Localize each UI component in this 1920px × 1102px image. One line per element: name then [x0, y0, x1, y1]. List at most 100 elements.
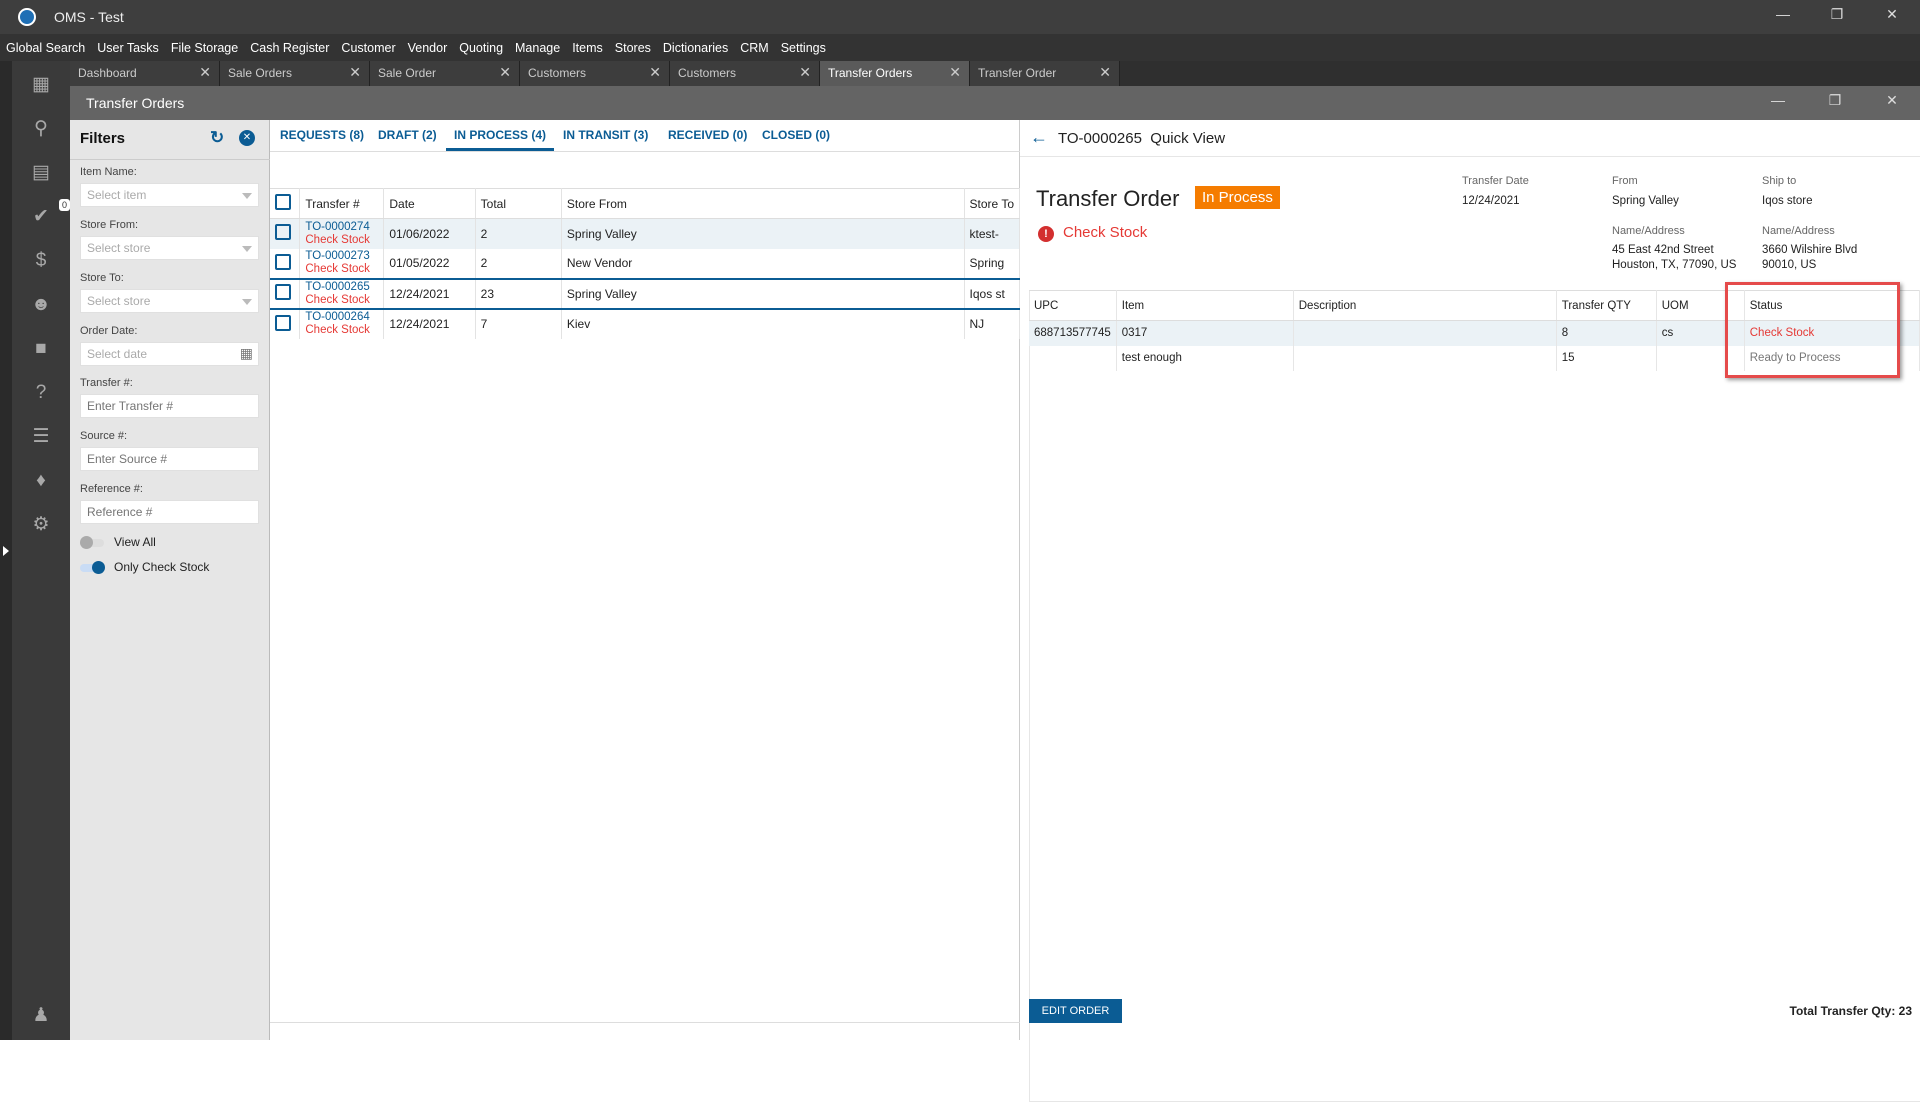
- tab-sale-orders[interactable]: Sale Orders ✕: [220, 61, 370, 86]
- transfer-input[interactable]: [80, 394, 259, 418]
- table-row[interactable]: TO-0000264 Check Stock 12/24/2021 7 Kiev …: [270, 308, 1021, 339]
- close-tab-icon[interactable]: ✕: [949, 64, 961, 81]
- row-checkbox[interactable]: [275, 253, 291, 270]
- divider: [270, 1022, 1020, 1023]
- order-date-input[interactable]: Select date ▦: [80, 342, 259, 366]
- col-store-to[interactable]: Store To: [964, 188, 1021, 219]
- tab-sale-order[interactable]: Sale Order ✕: [370, 61, 520, 86]
- calendar-icon[interactable]: ▦: [240, 345, 253, 362]
- row-checkbox[interactable]: [275, 314, 291, 331]
- row-checkbox[interactable]: [275, 284, 291, 300]
- menu-stores[interactable]: Stores: [615, 41, 651, 55]
- menu-settings[interactable]: Settings: [781, 41, 826, 55]
- app-title: OMS - Test: [54, 9, 124, 25]
- tab-requests[interactable]: REQUESTS (8): [280, 128, 364, 142]
- from-address-line1: 45 East 42nd Street: [1612, 244, 1714, 256]
- restore-icon[interactable]: ❐: [1822, 6, 1852, 23]
- store-to-select[interactable]: Select store: [80, 289, 259, 313]
- menu-vendor[interactable]: Vendor: [408, 41, 448, 55]
- menu-dictionaries[interactable]: Dictionaries: [663, 41, 728, 55]
- reference-input[interactable]: [80, 500, 259, 524]
- store-from-select[interactable]: Select store: [80, 236, 259, 260]
- order-date-label: Order Date:: [80, 325, 138, 337]
- view-all-toggle[interactable]: [80, 536, 104, 549]
- title-bar: OMS - Test — ❐ ✕: [0, 0, 1920, 34]
- col-store-from[interactable]: Store From: [561, 188, 965, 219]
- transfer-link[interactable]: TO-0000264: [305, 311, 378, 324]
- transfer-list-panel: REQUESTS (8) DRAFT (2) IN PROCESS (4) IN…: [270, 120, 1021, 1040]
- menu-customer[interactable]: Customer: [341, 41, 395, 55]
- close-tab-icon[interactable]: ✕: [649, 64, 661, 81]
- transfer-link[interactable]: TO-0000273: [305, 250, 378, 263]
- source-label: Source #:: [80, 430, 128, 442]
- tab-transfer-order[interactable]: Transfer Order ✕: [970, 61, 1120, 86]
- col-total[interactable]: Total: [475, 188, 562, 219]
- tag-icon[interactable]: ♦: [29, 469, 53, 493]
- placeholder: Select store: [87, 294, 151, 308]
- menu-cash-register[interactable]: Cash Register: [250, 41, 329, 55]
- minimize-icon[interactable]: —: [1768, 6, 1798, 22]
- total-cell: 2: [475, 248, 562, 279]
- clipboard-icon[interactable]: ☰: [29, 425, 53, 449]
- tab-transfer-orders[interactable]: Transfer Orders ✕: [820, 61, 970, 86]
- close-tab-icon[interactable]: ✕: [1099, 64, 1111, 81]
- only-check-stock-toggle[interactable]: [80, 561, 105, 574]
- transfer-link[interactable]: TO-0000274: [305, 221, 378, 234]
- source-input[interactable]: [80, 447, 259, 471]
- menu-file-storage[interactable]: File Storage: [171, 41, 238, 55]
- col-transfer[interactable]: Transfer #: [299, 188, 385, 219]
- tab-customers-2[interactable]: Customers ✕: [670, 61, 820, 86]
- close-tab-icon[interactable]: ✕: [199, 64, 211, 81]
- user-icon[interactable]: ♟: [29, 1004, 53, 1028]
- tab-in-transit[interactable]: IN TRANSIT (3): [563, 128, 648, 142]
- item-name-select[interactable]: Select item: [80, 183, 259, 207]
- back-arrow-icon[interactable]: ←: [1030, 127, 1048, 148]
- store-icon[interactable]: ■: [29, 337, 53, 361]
- expand-arrow-icon[interactable]: [3, 546, 9, 556]
- close-tab-icon[interactable]: ✕: [499, 64, 511, 81]
- menu-quoting[interactable]: Quoting: [459, 41, 503, 55]
- folder-icon[interactable]: ▤: [29, 161, 53, 185]
- tab-dashboard[interactable]: Dashboard ✕: [70, 61, 220, 86]
- gear-icon[interactable]: ⚙: [29, 513, 53, 537]
- total-cell: 2: [475, 218, 562, 249]
- tab-received[interactable]: RECEIVED (0): [668, 128, 747, 142]
- store-from-label: Store From:: [80, 219, 139, 231]
- dollar-icon[interactable]: $: [29, 249, 53, 273]
- tab-customers[interactable]: Customers ✕: [520, 61, 670, 86]
- dashboard-icon[interactable]: ▦: [29, 73, 53, 97]
- total-cell: 7: [475, 308, 562, 339]
- filters-panel: Filters ↻ ✕ Item Name: Select item Store…: [70, 120, 270, 1040]
- close-tab-icon[interactable]: ✕: [799, 64, 811, 81]
- edit-order-button[interactable]: EDIT ORDER: [1029, 999, 1122, 1023]
- transfer-link[interactable]: TO-0000265: [305, 281, 378, 294]
- menu-crm[interactable]: CRM: [740, 41, 768, 55]
- col-date[interactable]: Date: [383, 188, 476, 219]
- transfer-date-label: Transfer Date: [1462, 175, 1529, 187]
- collapse-strip[interactable]: [0, 61, 12, 1040]
- window-minimize-icon[interactable]: —: [1763, 92, 1793, 108]
- refresh-icon[interactable]: ↻: [210, 128, 224, 148]
- table-row[interactable]: TO-0000274 Check Stock 01/06/2022 2 Sprin…: [270, 218, 1021, 249]
- menu-manage[interactable]: Manage: [515, 41, 560, 55]
- tab-in-process[interactable]: IN PROCESS (4): [446, 128, 555, 151]
- tasks-check-icon[interactable]: ✔ 0: [29, 199, 71, 229]
- menu-global-search[interactable]: Global Search: [6, 41, 85, 55]
- menu-user-tasks[interactable]: User Tasks: [97, 41, 159, 55]
- close-tab-icon[interactable]: ✕: [349, 64, 361, 81]
- tab-draft[interactable]: DRAFT (2): [378, 128, 437, 142]
- tab-label: Dashboard: [78, 66, 137, 80]
- contact-icon[interactable]: ☻: [29, 293, 53, 317]
- search-icon[interactable]: ⚲: [29, 117, 53, 141]
- select-all-checkbox[interactable]: [275, 194, 291, 210]
- table-row[interactable]: TO-0000273 Check Stock 01/05/2022 2 New V…: [270, 248, 1021, 279]
- table-row-selected[interactable]: TO-0000265 Check Stock 12/24/2021 23 Spri…: [270, 278, 1021, 309]
- quote-icon[interactable]: ?: [29, 381, 53, 405]
- close-icon[interactable]: ✕: [1877, 6, 1907, 23]
- clear-filters-icon[interactable]: ✕: [239, 130, 255, 146]
- menu-items[interactable]: Items: [572, 41, 603, 55]
- tab-closed[interactable]: CLOSED (0): [762, 128, 830, 142]
- window-restore-icon[interactable]: ❐: [1820, 92, 1850, 109]
- row-checkbox[interactable]: [275, 224, 291, 241]
- window-close-icon[interactable]: ✕: [1877, 92, 1907, 109]
